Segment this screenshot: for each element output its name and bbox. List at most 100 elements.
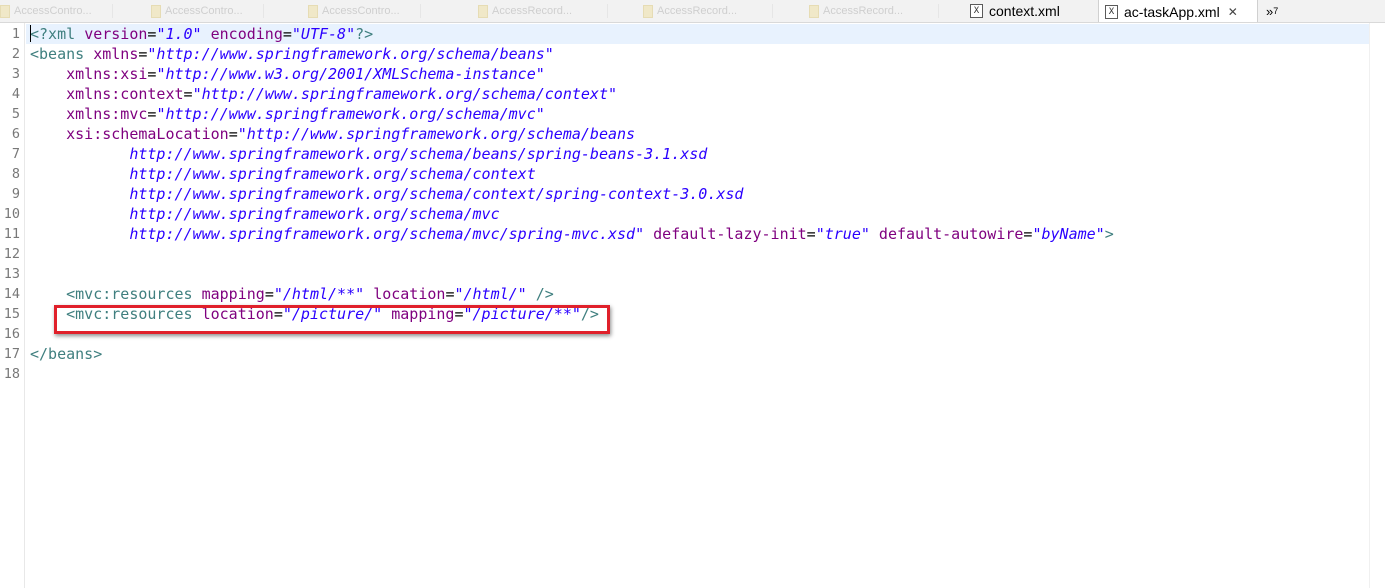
code-token: default-lazy-init [653,225,807,243]
line-number: 18 [3,366,20,382]
tab-overflow-button[interactable]: » 7 [1266,0,1290,22]
tab-faded-4[interactable]: AccessRecord... [478,0,608,22]
code-token: default-autowire [878,225,1024,243]
code-token: "http://www.springframework.org/schema/b… [237,125,636,143]
code-token: /> [535,285,554,303]
code-token: <mvc:resources [66,285,202,303]
java-file-icon [643,4,653,18]
tab-separator [607,4,608,18]
code-token: <?xml [30,25,85,43]
code-line: <mvc:resources mapping="/html/**" locati… [30,284,554,304]
code-line: http://www.springframework.org/schema/co… [30,164,536,184]
tab-faded-5[interactable]: AccessRecord... [643,0,773,22]
line-number: 8 [11,166,20,182]
code-token: http://www.springframework.org/schema/mv… [129,225,645,243]
code-token: "/html/**" [273,285,365,303]
highlight-annotation-box [54,305,610,334]
vertical-scrollbar[interactable] [1369,23,1385,588]
line-number: 2 [11,46,20,62]
tab-context-xml[interactable]: Xcontext.xml [970,0,1090,22]
editor-tab-bar: AccessContro... AccessContro... AccessCo… [0,0,1385,23]
line-number: 5 [11,106,20,122]
tab-label: ac-taskApp.xml [1124,3,1220,20]
line-number: 17 [3,346,20,362]
code-token: "http://www.w3.org/2001/XMLSchema-instan… [156,65,545,83]
code-line: http://www.springframework.org/schema/mv… [30,224,1114,244]
code-token: http://www.springframework.org/schema/co… [129,165,536,183]
java-file-icon [809,4,819,18]
xml-file-icon: X [1105,4,1118,19]
code-token: "/html/" [454,285,527,303]
tab-separator [420,4,421,18]
code-token: "byName" [1032,225,1105,243]
code-token: = [183,85,193,103]
line-number-gutter: 1 2 3 4 5 6 7 8 9 10 11 12 13 14 15 16 17 18 [0,23,25,588]
code-token: mapping [201,285,265,303]
line-number: 14 [3,286,20,302]
tab-faded-6[interactable]: AccessRecord... [809,0,939,22]
close-icon[interactable]: ✕ [1228,5,1238,19]
code-token: = [806,225,816,243]
line-number: 13 [3,266,20,282]
code-line: <?xml version="1.0" encoding="UTF-8"?> [30,24,373,44]
tab-faded-1[interactable]: AccessContro... [0,0,113,22]
code-token: xmlns:context [66,85,184,103]
code-token: ?> [355,25,374,43]
tab-separator [938,4,939,18]
tab-separator [112,4,113,18]
code-line: xmlns:xsi="http://www.w3.org/2001/XMLSch… [30,64,545,84]
tab-faded-3[interactable]: AccessContro... [308,0,421,22]
code-token: xsi:schemaLocation [66,125,229,143]
tab-label: AccessRecord... [492,5,573,17]
code-line: <beans xmlns="http://www.springframework… [30,44,554,64]
tab-label: AccessContro... [165,5,243,17]
code-line: xmlns:context="http://www.springframewor… [30,84,617,104]
code-token: xmlns [93,45,139,63]
line-number: 9 [11,186,20,202]
tab-label: AccessContro... [14,5,92,17]
tab-ac-taskapp-xml[interactable]: Xac-taskApp.xml ✕ [1098,0,1258,22]
code-line: http://www.springframework.org/schema/mv… [30,204,500,224]
code-token: location [373,285,446,303]
tab-label: context.xml [989,3,1060,19]
tab-label: AccessContro... [322,5,400,17]
code-token: http://www.springframework.org/schema/mv… [129,205,500,223]
line-number: 1 [11,26,20,42]
code-line: xmlns:mvc="http://www.springframework.or… [30,104,545,124]
chevron-right-double-icon: » [1266,3,1274,19]
tab-label: AccessRecord... [823,5,904,17]
text-cursor [30,25,31,42]
code-token: encoding [210,25,283,43]
overflow-count: 7 [1273,6,1279,16]
line-number: 4 [11,86,20,102]
code-token: </beans> [30,345,103,363]
line-number: 16 [3,326,20,342]
tab-label: AccessRecord... [657,5,738,17]
line-number: 12 [3,246,20,262]
code-token: "UTF-8" [291,25,356,43]
code-token: http://www.springframework.org/schema/co… [129,185,744,203]
code-token: = [264,285,274,303]
code-token: <beans [30,45,94,63]
code-token: "true" [815,225,870,243]
code-token: "http://www.springframework.org/schema/m… [156,105,545,123]
tab-faded-2[interactable]: AccessContro... [151,0,264,22]
code-token: > [1104,225,1114,243]
code-token: "http://www.springframework.org/schema/b… [147,45,554,63]
code-token: "1.0" [156,25,202,43]
java-file-icon [308,4,318,18]
code-line: xsi:schemaLocation="http://www.springfra… [30,124,635,144]
line-number: 15 [3,306,20,322]
